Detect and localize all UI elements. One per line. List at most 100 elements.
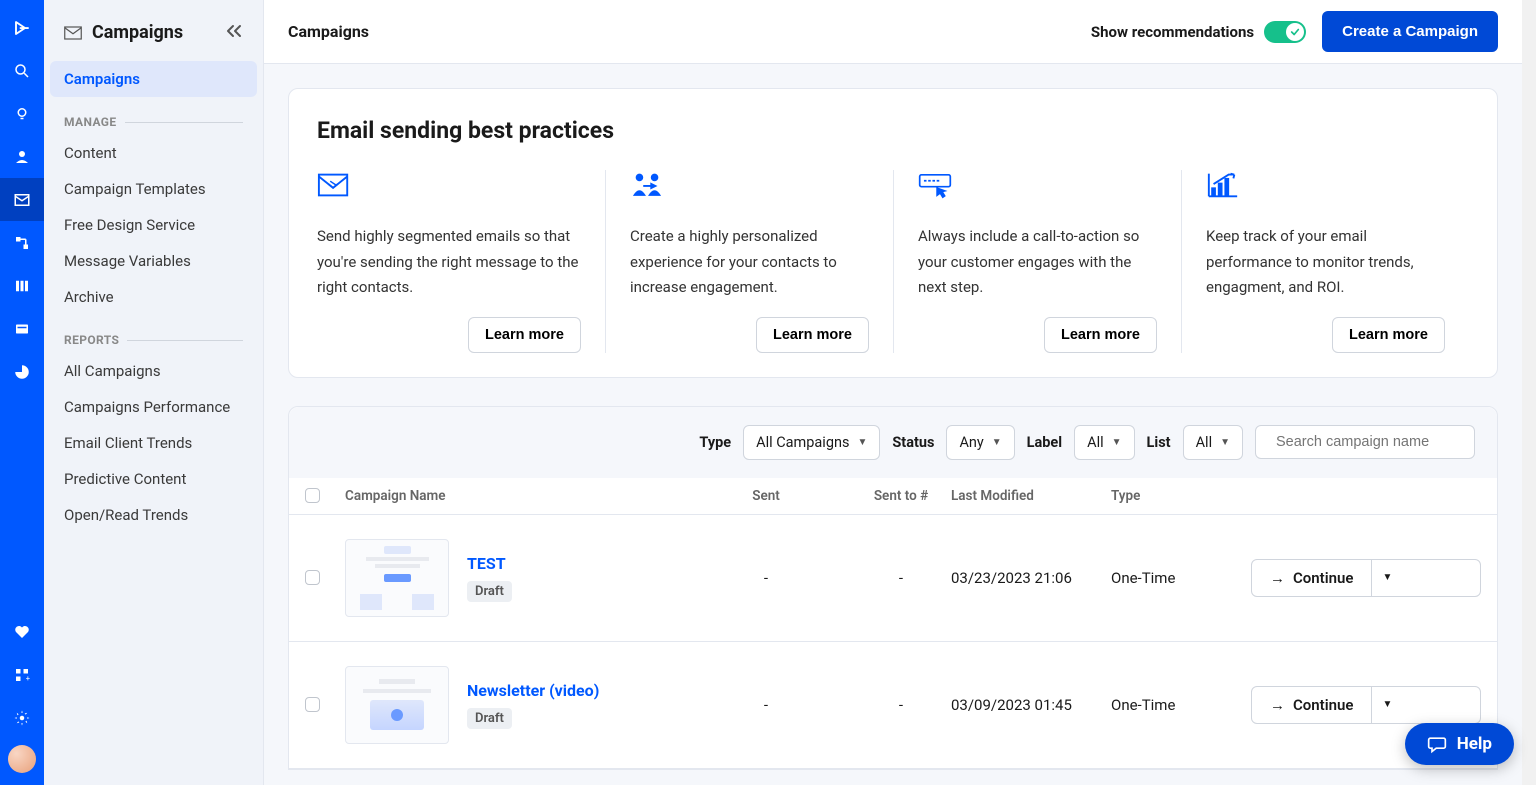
row-checkbox[interactable] [305,570,320,585]
arrow-right-icon: → [1270,569,1285,587]
topbar: Campaigns Show recommendations Create a … [264,0,1522,64]
row-action-button[interactable]: →Continue ▼ [1251,686,1481,724]
row-checkbox[interactable] [305,697,320,712]
sidebar-item-email-client-trends[interactable]: Email Client Trends [50,425,257,461]
nav-rail: + [0,0,44,785]
campaign-name-link[interactable]: TEST [467,554,512,573]
filter-type-label: Type [699,434,731,451]
sidebar-item-message-variables[interactable]: Message Variables [50,243,257,279]
campaign-name-link[interactable]: Newsletter (video) [467,681,599,700]
sidebar-item-archive[interactable]: Archive [50,279,257,315]
filter-list-label: List [1147,434,1171,451]
bp-text-0: Send highly segmented emails so that you… [317,224,581,301]
status-badge: Draft [467,708,512,729]
chevron-down-icon: ▼ [1382,572,1392,583]
filter-status-dropdown[interactable]: Any▼ [946,425,1014,460]
scrollbar[interactable] [1522,0,1536,785]
personalize-icon [630,170,869,206]
envelope-icon [64,26,82,40]
cell-sent-to: - [851,569,951,587]
sidebar: Campaigns Campaigns MANAGE Content Campa… [44,0,264,785]
show-recommendations-toggle[interactable] [1264,21,1306,43]
arrow-right-icon: → [1270,696,1285,714]
reports-icon[interactable] [0,350,44,393]
sidebar-item-predictive-content[interactable]: Predictive Content [50,461,257,497]
trends-icon [1206,170,1445,206]
sidebar-group-manage: MANAGE [50,97,257,135]
learn-more-button-1[interactable]: Learn more [756,317,869,353]
campaigns-icon[interactable] [0,178,44,221]
search-campaign-box[interactable] [1255,425,1475,459]
row-action-dropdown[interactable]: ▼ [1371,687,1402,723]
filter-label-dropdown[interactable]: All▼ [1074,425,1134,460]
sidebar-item-campaigns-performance[interactable]: Campaigns Performance [50,389,257,425]
table-header-row: Campaign Name Sent Sent to # Last Modifi… [289,478,1497,515]
contacts-icon[interactable] [0,135,44,178]
filters-bar: Type All Campaigns▼ Status Any▼ Label Al… [289,407,1497,478]
check-icon [1290,27,1300,37]
sidebar-item-content[interactable]: Content [50,135,257,171]
segment-icon [317,170,581,206]
automations-icon[interactable] [0,221,44,264]
cell-type: One-Time [1111,696,1251,714]
sidebar-item-campaign-templates[interactable]: Campaign Templates [50,171,257,207]
filter-list-dropdown[interactable]: All▼ [1183,425,1243,460]
row-action-dropdown[interactable]: ▼ [1371,560,1402,596]
campaign-thumbnail [345,539,449,617]
best-practices-title: Email sending best practices [317,117,1469,144]
cell-sent: - [681,696,851,714]
search-campaign-input[interactable] [1276,434,1463,450]
help-button[interactable]: Help [1405,723,1514,765]
main-content: Campaigns Show recommendations Create a … [264,0,1522,785]
th-sent: Sent [681,488,851,504]
search-icon[interactable] [0,49,44,92]
heart-icon[interactable] [0,610,44,653]
show-recommendations-label: Show recommendations [1091,23,1254,41]
sidebar-title: Campaigns [92,22,183,43]
sidebar-item-campaigns[interactable]: Campaigns [50,61,257,97]
chat-icon [1427,734,1447,754]
filter-status-label: Status [892,434,934,451]
row-action-button[interactable]: →Continue ▼ [1251,559,1481,597]
bp-text-2: Always include a call-to-action so your … [918,224,1157,301]
cta-icon [918,170,1157,206]
th-sent-to: Sent to # [851,488,951,504]
cell-last-modified: 03/09/2023 01:45 [951,696,1111,714]
page-title: Campaigns [288,22,369,41]
sidebar-item-free-design[interactable]: Free Design Service [50,207,257,243]
cell-last-modified: 03/23/2023 21:06 [951,569,1111,587]
status-badge: Draft [467,581,512,602]
th-last: Last Modified [951,488,1111,504]
learn-more-button-0[interactable]: Learn more [468,317,581,353]
logo-icon[interactable] [0,6,44,49]
apps-icon[interactable]: + [0,653,44,696]
create-campaign-button[interactable]: Create a Campaign [1322,11,1498,52]
bp-text-3: Keep track of your email performance to … [1206,224,1445,301]
campaign-thumbnail [345,666,449,744]
sidebar-group-reports: REPORTS [50,315,257,353]
sidebar-item-all-campaigns[interactable]: All Campaigns [50,353,257,389]
idea-icon[interactable] [0,92,44,135]
cell-sent-to: - [851,696,951,714]
filter-type-dropdown[interactable]: All Campaigns▼ [743,425,880,460]
collapse-sidebar-icon[interactable] [225,23,243,42]
select-all-checkbox[interactable] [305,488,320,503]
table-row: TEST Draft - - 03/23/2023 21:06 One-Time… [289,515,1497,642]
svg-text:+: + [26,674,30,683]
best-practices-card: Email sending best practices Send highly… [288,88,1498,378]
learn-more-button-2[interactable]: Learn more [1044,317,1157,353]
sidebar-item-open-read-trends[interactable]: Open/Read Trends [50,497,257,533]
th-name: Campaign Name [345,488,681,504]
cell-sent: - [681,569,851,587]
help-label: Help [1457,734,1492,754]
learn-more-button-3[interactable]: Learn more [1332,317,1445,353]
campaigns-table: Type All Campaigns▼ Status Any▼ Label Al… [288,406,1498,770]
site-icon[interactable] [0,307,44,350]
chevron-down-icon: ▼ [1382,699,1392,710]
settings-icon[interactable] [0,696,44,739]
bp-text-1: Create a highly personalized experience … [630,224,869,301]
cell-type: One-Time [1111,569,1251,587]
deals-icon[interactable] [0,264,44,307]
filter-label-label: Label [1027,434,1062,451]
avatar[interactable] [8,745,36,773]
